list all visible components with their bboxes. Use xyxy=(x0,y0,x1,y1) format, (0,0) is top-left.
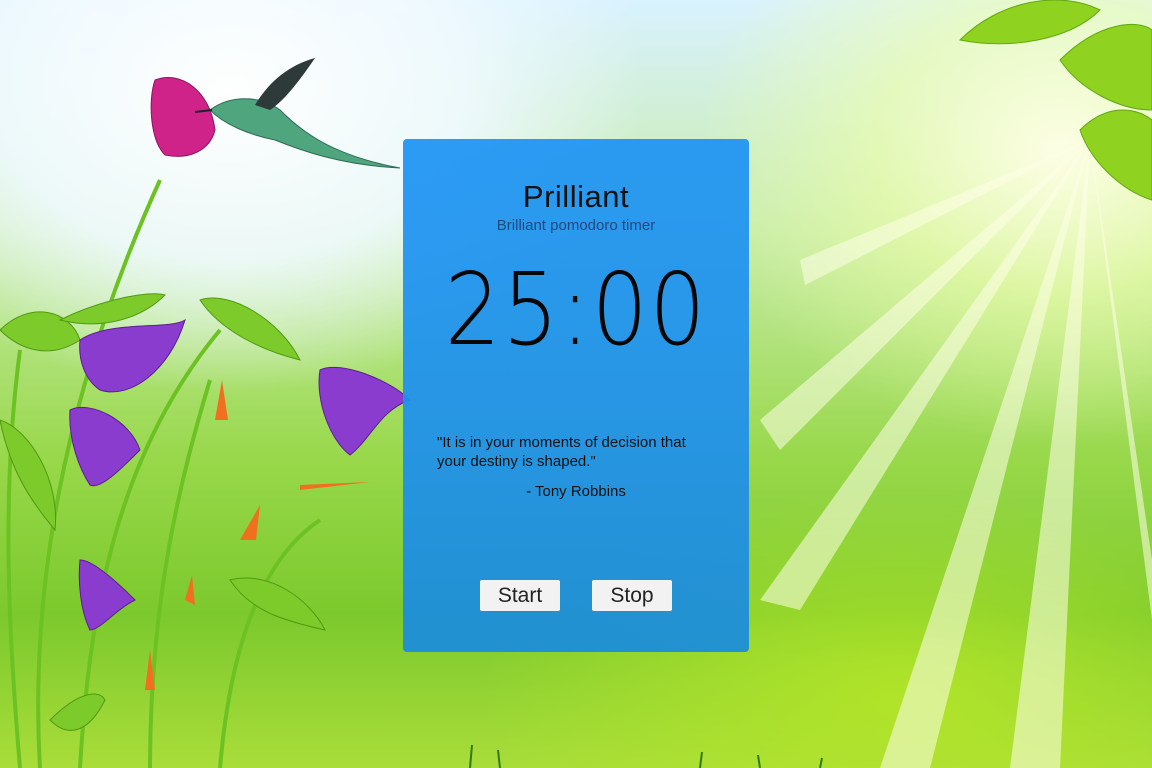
app-title: Prilliant xyxy=(522,179,630,214)
start-button[interactable]: Start xyxy=(480,580,560,611)
app-subtitle: Brilliant pomodoro timer xyxy=(496,217,656,234)
pomodoro-panel: Prilliant Brilliant pomodoro timer 25:00… xyxy=(403,139,749,652)
timer-display: 25:00 xyxy=(444,251,708,368)
stop-button[interactable]: Stop xyxy=(592,580,672,611)
quote-author: - Tony Robbins xyxy=(526,483,626,500)
quote-text: "It is in your moments of decision that … xyxy=(437,434,686,470)
